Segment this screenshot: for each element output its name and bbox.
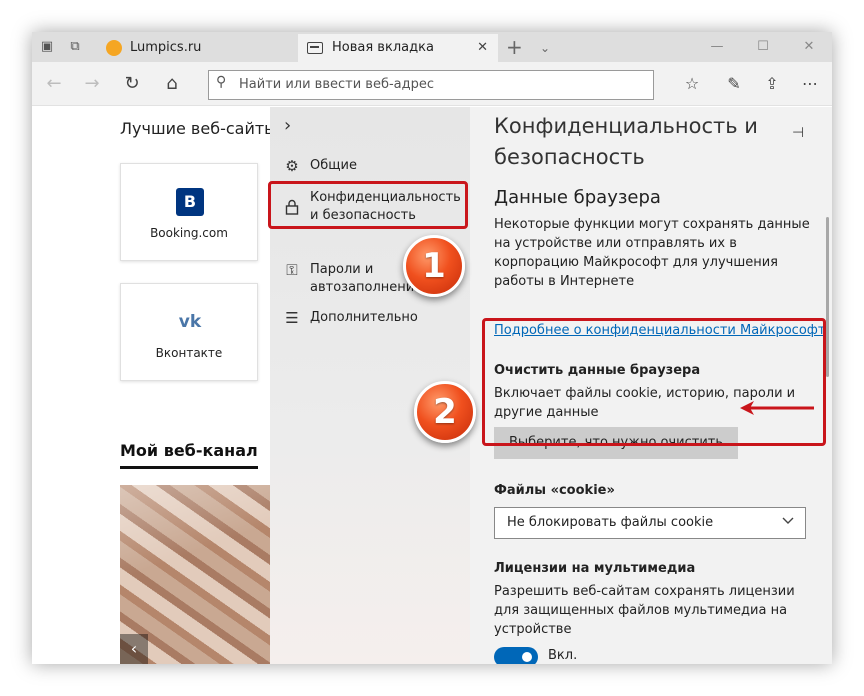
address-placeholder: Найти или ввести веб-адрес (239, 77, 435, 92)
tile-name: Вконтакте (155, 346, 223, 360)
cookies-select[interactable]: Не блокировать файлы cookie (494, 507, 806, 539)
tab-preview-icon[interactable]: ▣ (38, 38, 56, 56)
booking-logo-icon: B (176, 188, 204, 216)
nav-item-label: Дополнительно (310, 310, 418, 325)
top-sites-title: Лучшие веб-сайты (120, 119, 277, 138)
vk-logo-icon: vk (178, 312, 202, 332)
feed-title: Мой веб-канал (120, 441, 258, 469)
media-licenses-heading: Лицензии на мультимедиа (494, 561, 696, 576)
sliders-icon: ☰ (285, 309, 299, 327)
chevron-left-icon[interactable]: ‹ (120, 634, 148, 664)
address-bar[interactable]: ⚲ Найти или ввести веб-адрес (208, 70, 654, 100)
toggle-label: Вкл. (548, 648, 578, 663)
scrollbar[interactable] (826, 217, 829, 377)
refresh-button[interactable]: ↻ (118, 70, 146, 98)
tab-lumpics[interactable]: Lumpics.ru (96, 34, 296, 62)
close-window-button[interactable]: ✕ (786, 32, 832, 62)
browser-data-heading: Данные браузера (494, 187, 661, 208)
search-icon: ⚲ (216, 74, 227, 90)
forward-button[interactable]: → (78, 70, 106, 98)
notes-pen-icon[interactable]: ✎ (720, 70, 748, 98)
cookies-select-value: Не блокировать файлы cookie (507, 515, 714, 530)
highlight-privacy-nav (268, 181, 468, 229)
set-aside-tabs-icon[interactable]: ⧉ (66, 38, 84, 56)
tab-bar: ▣ ⧉ Lumpics.ru Новая вкладка ✕ + ⌄ — ☐ ✕ (32, 32, 832, 62)
tile-name: Booking.com (150, 226, 228, 240)
chevron-down-icon (781, 513, 795, 530)
settings-nav-item-advanced[interactable]: ☰ Дополнительно (270, 309, 470, 329)
cookies-heading: Файлы «cookie» (494, 483, 615, 498)
new-tab-page: Лучшие веб-сайты B Booking.com vk Вконта… (32, 107, 282, 664)
highlight-clear-data (482, 318, 826, 446)
media-licenses-toggle[interactable] (494, 647, 538, 664)
toolbar: ← → ↻ ⌂ ⚲ Найти или ввести веб-адрес ☆ ✎… (32, 62, 832, 106)
new-tab-button[interactable]: + (506, 34, 523, 60)
media-licenses-description: Разрешить веб-сайтам сохранять лицензии … (494, 584, 795, 637)
nav-item-label: Общие (310, 158, 357, 173)
step-badge-2: 2 (414, 381, 476, 443)
lumpics-favicon-icon (106, 40, 122, 56)
tab-label: Lumpics.ru (130, 40, 202, 55)
maximize-button[interactable]: ☐ (740, 32, 786, 62)
gear-icon: ⚙ (285, 157, 299, 175)
settings-nav-item-general[interactable]: ⚙ Общие (270, 157, 470, 177)
key-icon: ⚿ (286, 261, 298, 279)
tab-new-tab[interactable]: Новая вкладка ✕ (298, 34, 498, 62)
chevron-right-icon[interactable]: › (284, 115, 291, 136)
top-site-tile-vk[interactable]: vk Вконтакте (120, 283, 258, 381)
chevron-down-icon[interactable]: ⌄ (540, 35, 550, 61)
top-site-tile-booking[interactable]: B Booking.com (120, 163, 258, 261)
favorites-icon[interactable]: ☆ (678, 70, 706, 98)
more-menu-icon[interactable]: ⋯ (796, 70, 824, 98)
pin-icon[interactable]: ⊣ (792, 125, 804, 141)
browser-data-description: Некоторые функции могут сохранять данные… (494, 217, 810, 289)
home-button[interactable]: ⌂ (158, 70, 186, 98)
new-tab-favicon-icon (307, 42, 323, 54)
minimize-button[interactable]: — (694, 32, 740, 62)
back-button[interactable]: ← (40, 70, 68, 98)
tab-label: Новая вкладка (332, 40, 434, 55)
tab-close-icon[interactable]: ✕ (477, 34, 488, 62)
settings-panel-title: Конфиденциальность и безопасность (494, 114, 758, 169)
step-badge-1: 1 (403, 235, 465, 297)
share-icon[interactable]: ⇪ (758, 70, 786, 98)
arrow-pointer-icon (740, 401, 814, 415)
